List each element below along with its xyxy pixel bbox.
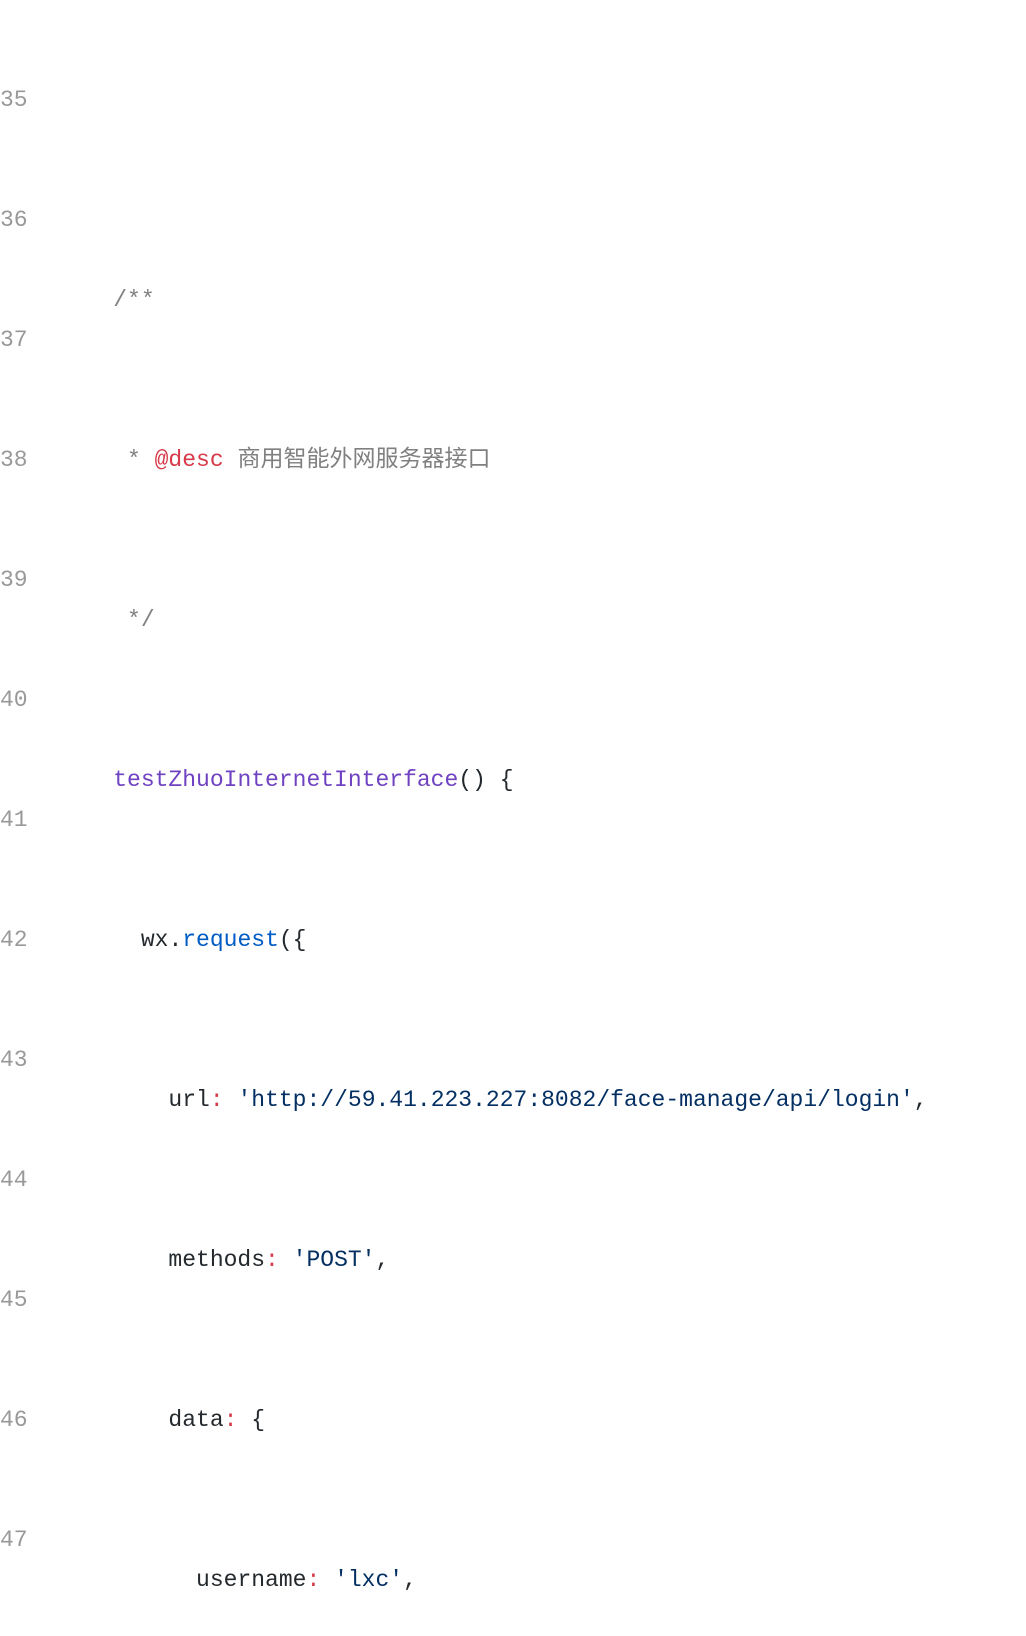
line-number: 37 <box>0 320 22 360</box>
method-string: 'POST' <box>293 1247 376 1273</box>
code-line[interactable]: * @desc 商用智能外网服务器接口 <box>58 440 1026 480</box>
doc-description: 商用智能外网服务器接口 <box>224 447 491 473</box>
username-value: 'lxc' <box>334 1567 403 1593</box>
line-number: 39 <box>0 560 22 600</box>
code-line[interactable]: data: { <box>58 1400 1026 1440</box>
code-content-area[interactable]: /** * @desc 商用智能外网服务器接口 */ testZhuoInter… <box>22 0 1026 1636</box>
url-string: 'http://59.41.223.227:8082/face-manage/a… <box>237 1087 913 1113</box>
line-number: 38 <box>0 440 22 480</box>
code-line[interactable]: wx.request({ <box>58 920 1026 960</box>
code-editor[interactable]: 35 36 37 38 39 40 41 42 43 44 45 46 47 4… <box>0 0 1026 1636</box>
line-number: 35 <box>0 80 22 120</box>
line-number-gutter: 35 36 37 38 39 40 41 42 43 44 45 46 47 4… <box>0 0 22 1636</box>
comment-open: /** <box>113 287 154 313</box>
line-number: 43 <box>0 1040 22 1080</box>
line-number: 47 <box>0 1520 22 1560</box>
line-number: 46 <box>0 1400 22 1440</box>
code-line[interactable]: testZhuoInternetInterface() { <box>58 760 1026 800</box>
code-line[interactable]: /** <box>58 280 1026 320</box>
code-line[interactable]: methods: 'POST', <box>58 1240 1026 1280</box>
code-line[interactable]: username: 'lxc', <box>58 1560 1026 1600</box>
line-number: 45 <box>0 1280 22 1320</box>
comment-close: */ <box>127 607 155 633</box>
line-number: 36 <box>0 200 22 240</box>
code-line[interactable] <box>58 120 1026 160</box>
line-number: 42 <box>0 920 22 960</box>
line-number: 41 <box>0 800 22 840</box>
line-number: 40 <box>0 680 22 720</box>
function-name: testZhuoInternetInterface <box>113 767 458 793</box>
code-line[interactable]: */ <box>58 600 1026 640</box>
line-number: 44 <box>0 1160 22 1200</box>
method-request: request <box>182 927 279 953</box>
code-line[interactable]: url: 'http://59.41.223.227:8082/face-man… <box>58 1080 1026 1120</box>
doc-tag-desc: @desc <box>155 447 224 473</box>
